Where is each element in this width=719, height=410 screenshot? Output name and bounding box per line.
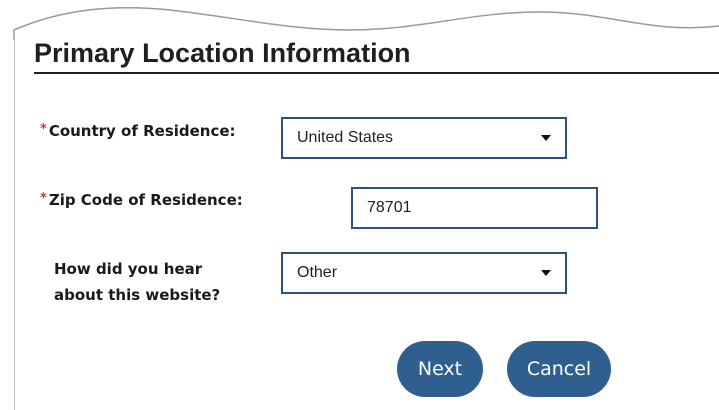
zip-label-text: Zip Code of Residence: — [48, 191, 243, 209]
zip-label: * Zip Code of Residence: — [40, 188, 243, 214]
referral-select[interactable]: Other — [281, 252, 567, 294]
country-select[interactable]: United States — [281, 117, 567, 159]
page-left-border — [14, 28, 15, 410]
cancel-button[interactable]: Cancel — [507, 341, 611, 397]
form-page: Primary Location Information * Country of… — [0, 0, 719, 410]
country-select-value: United States — [297, 129, 394, 146]
country-label: * Country of Residence: — [40, 119, 236, 145]
next-button[interactable]: Next — [397, 341, 483, 397]
title-underline — [34, 72, 719, 74]
chevron-down-icon — [541, 135, 551, 141]
referral-label-line2: about this website? — [54, 286, 221, 304]
referral-label-line1: How did you hear — [54, 260, 203, 278]
zip-code-input[interactable] — [351, 187, 598, 229]
referral-select-value: Other — [297, 264, 338, 281]
page-title: Primary Location Information — [34, 38, 411, 68]
required-marker: * — [40, 191, 47, 206]
torn-page-edge — [13, 7, 719, 40]
chevron-down-icon — [541, 270, 551, 276]
required-marker: * — [40, 122, 47, 137]
country-label-text: Country of Residence: — [48, 122, 236, 140]
